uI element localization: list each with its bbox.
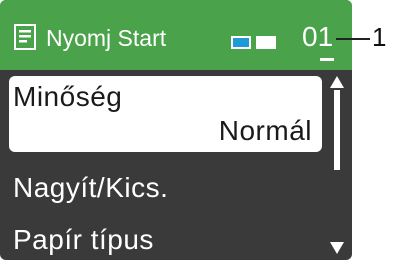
menu-item-enlarge-reduce[interactable]: Nagyít/Kics. — [0, 168, 330, 208]
copies-cursor — [320, 58, 334, 61]
scrollbar[interactable] — [330, 76, 344, 256]
menu-item-value: Normál — [218, 115, 312, 146]
color-ink-indicator — [231, 36, 251, 49]
lcd-screen: Nyomj Start 01 Minőség Normál Nagyít/Kic… — [0, 0, 352, 260]
copies-count[interactable]: 01 — [302, 20, 333, 54]
menu-item-quality[interactable]: Minőség Normál — [9, 76, 322, 152]
scroll-up-arrow-icon[interactable] — [330, 76, 344, 88]
mono-ink-indicator — [256, 36, 276, 49]
menu-item-label: Minőség — [13, 81, 123, 112]
document-icon — [14, 24, 36, 50]
scroll-down-arrow-icon[interactable] — [330, 242, 344, 254]
menu-item-paper-type[interactable]: Papír típus — [0, 220, 330, 260]
callout-line — [336, 38, 370, 40]
menu-item-label: Nagyít/Kics. — [13, 172, 169, 203]
menu-item-label: Papír típus — [13, 224, 154, 255]
header-bar: Nyomj Start 01 — [0, 0, 352, 70]
callout-number: 1 — [372, 22, 387, 52]
page-title: Nyomj Start — [46, 25, 167, 51]
scroll-thumb[interactable] — [334, 90, 340, 170]
